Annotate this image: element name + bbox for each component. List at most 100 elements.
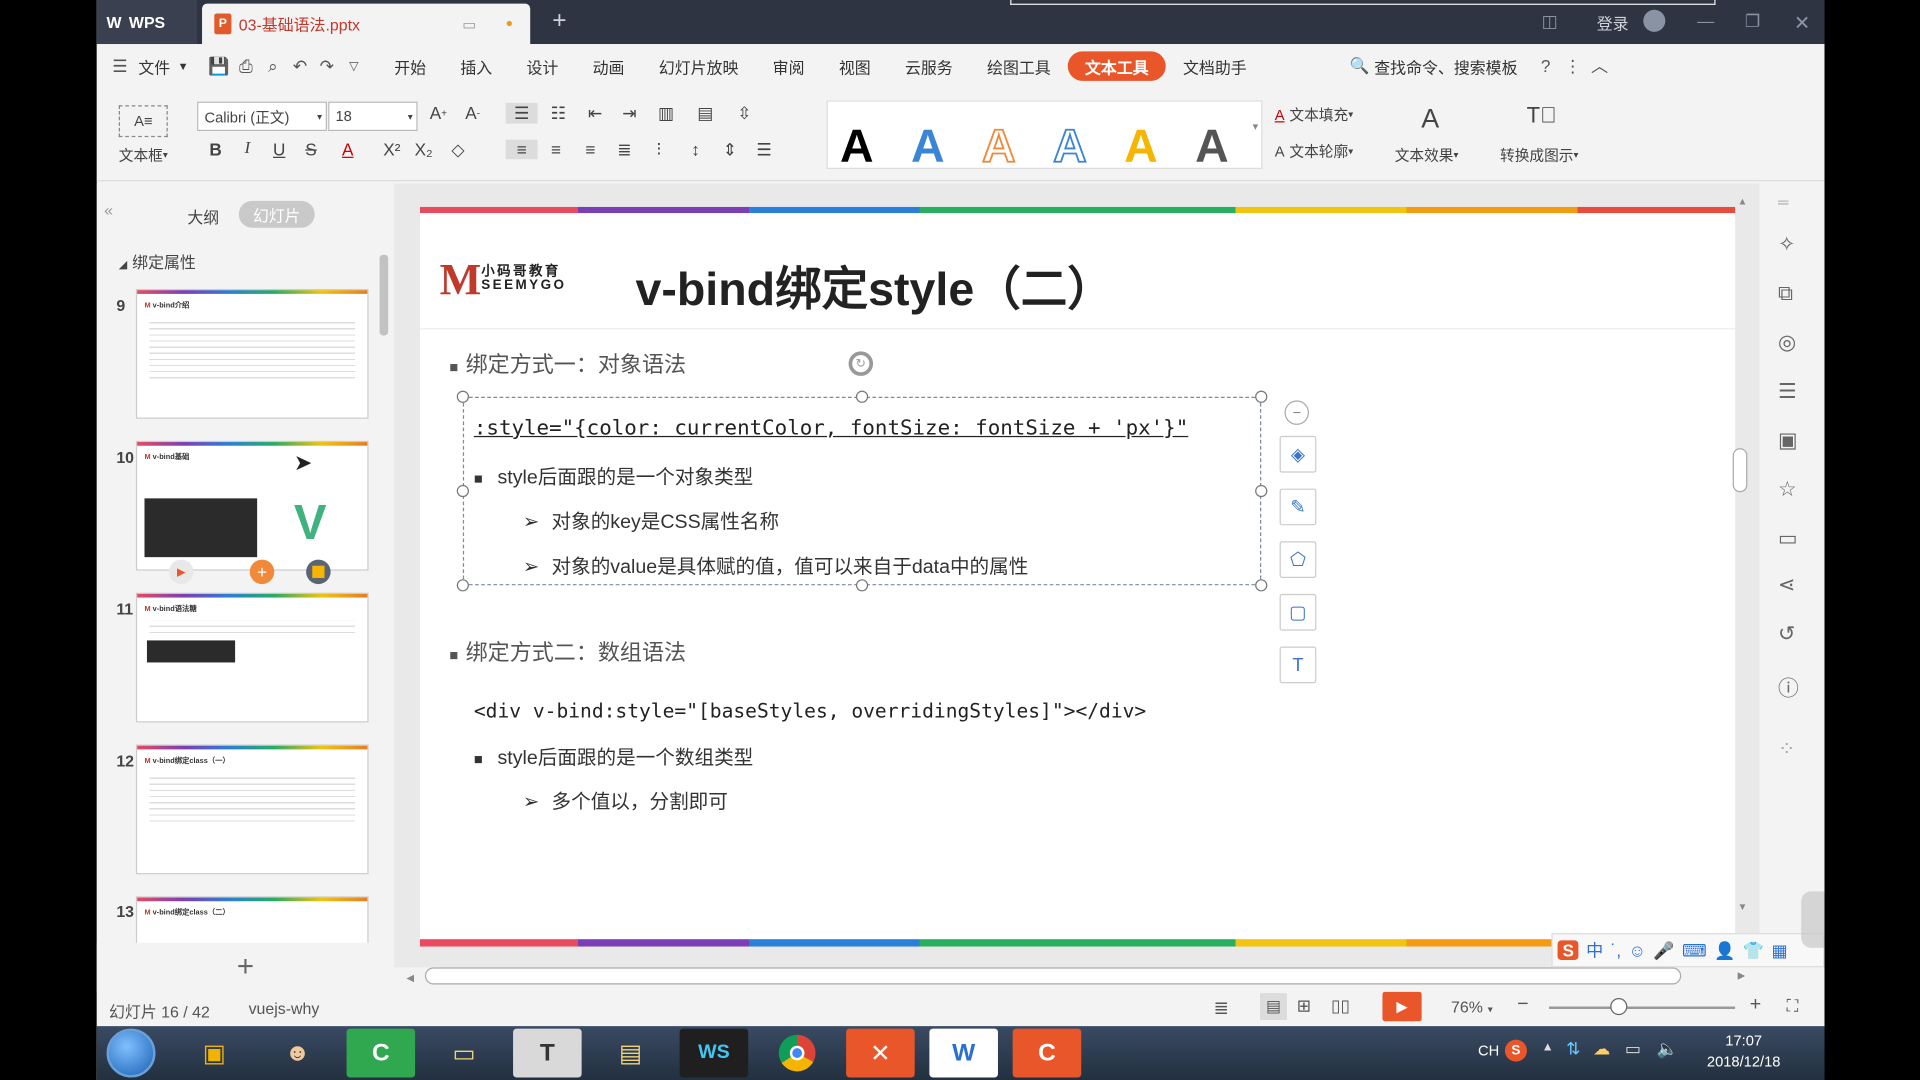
menu-animation[interactable]: 动画	[575, 51, 641, 80]
sorter-view-icon[interactable]: ⊞	[1297, 996, 1311, 1017]
undo-icon[interactable]: ↶	[286, 53, 313, 80]
increase-indent-icon[interactable]: ⇥	[613, 103, 645, 124]
text-style-orange-outline[interactable]: A	[981, 120, 1016, 174]
save-icon[interactable]: 💾	[206, 53, 233, 80]
pen-icon[interactable]: ✎	[1279, 488, 1317, 526]
bullet-list-icon[interactable]: ☰	[505, 102, 538, 124]
fit-window-icon[interactable]: ⛶	[1787, 996, 1799, 1017]
video-play-overlay-icon[interactable]: ▶	[1801, 891, 1825, 948]
taskbar-app-notes-icon[interactable]: ▤	[596, 1029, 665, 1078]
collapse-ribbon-icon[interactable]: ︿	[1586, 53, 1613, 80]
text-style-blue-outline[interactable]: A	[1052, 120, 1087, 174]
slideshow-play-button[interactable]: ▶	[1382, 991, 1422, 1022]
vertical-scroll-thumb[interactable]	[1732, 448, 1748, 493]
sub-bullet-key[interactable]: ➢ 对象的key是CSS属性名称	[523, 504, 779, 533]
text-style-gold[interactable]: A	[1124, 121, 1158, 174]
code-object-syntax[interactable]: :style="{color: currentColor, fontSize: …	[474, 416, 1188, 440]
monitor-icon[interactable]: ▭	[462, 15, 476, 32]
minimize-icon[interactable]: —	[1697, 11, 1714, 31]
convert-icon[interactable]: T	[1279, 646, 1317, 684]
keyboard-icon[interactable]: ⌨	[1682, 940, 1707, 961]
textbox-button[interactable]: 文本框 ▾	[109, 144, 178, 165]
text-style-blue[interactable]: A	[911, 121, 945, 174]
font-size-select[interactable]: 18 ▾	[328, 101, 418, 132]
text-effect-button[interactable]: 文本效果 ▾	[1395, 144, 1459, 165]
play-icon[interactable]: ▶	[168, 559, 194, 585]
convert-diagram-icon[interactable]: T⃞	[1523, 103, 1560, 129]
thumbnail-scrollbar[interactable]	[379, 254, 389, 336]
menu-text-tools[interactable]: 文本工具	[1067, 51, 1166, 81]
shapes-icon[interactable]: ◎	[1778, 331, 1796, 355]
resize-handle[interactable]	[456, 390, 469, 403]
convert-diagram-button[interactable]: 转换成图示 ▾	[1500, 144, 1578, 165]
taskbar-app-camtasia-icon[interactable]: C	[346, 1028, 416, 1078]
zoom-slider-thumb[interactable]	[1610, 997, 1628, 1016]
history-icon[interactable]: ↺	[1778, 622, 1795, 646]
justify-icon[interactable]: ≣	[609, 140, 641, 161]
menu-doc-assistant[interactable]: 文档助手	[1166, 51, 1264, 80]
bold-icon[interactable]: B	[202, 140, 229, 160]
redo-icon[interactable]: ↷	[313, 53, 340, 80]
new-tab-button[interactable]: +	[552, 7, 566, 35]
distribute-icon[interactable]: ⫶	[643, 140, 675, 161]
resize-handle[interactable]	[855, 390, 869, 403]
font-name-select[interactable]: Calibri (正文) ▾	[197, 101, 327, 132]
add-slide-icon[interactable]: +	[249, 559, 275, 585]
columns-icon[interactable]: ▥	[650, 103, 682, 124]
collapse-panel-icon[interactable]: «	[104, 201, 113, 219]
gallery-icon[interactable]: ▣	[1778, 429, 1798, 453]
subscript-icon[interactable]: X₂	[410, 140, 437, 160]
restore-icon[interactable]: ❐	[1745, 11, 1760, 32]
sub-bullet-comma[interactable]: ➢ 多个值以，分割即可	[523, 785, 728, 814]
zoom-slider-track[interactable]	[1548, 1006, 1736, 1009]
resize-handle[interactable]	[1255, 390, 1268, 403]
tab-outline[interactable]: 大纲	[187, 204, 219, 227]
hamburger-menu-icon[interactable]: ☰	[107, 53, 134, 80]
duplicate-icon[interactable]: ⧉	[1778, 282, 1793, 306]
archive-icon[interactable]: ▭	[1778, 527, 1798, 551]
apps-grid-icon[interactable]: ⁘	[1778, 737, 1795, 761]
text-style-gray[interactable]: A	[1195, 121, 1229, 174]
scroll-right-icon[interactable]: ▶	[1738, 970, 1746, 981]
help-circle-icon[interactable]: ⓘ	[1778, 671, 1799, 702]
tray-network-icon[interactable]: ⇅	[1566, 1038, 1580, 1059]
textbox-icon[interactable]: A≡	[118, 105, 168, 138]
section2-heading[interactable]: ■ 绑定方式二：数组语法	[449, 636, 686, 668]
italic-icon[interactable]: I	[234, 140, 261, 160]
shrink-font-icon[interactable]: A-	[459, 103, 486, 123]
resize-handle[interactable]	[1255, 579, 1268, 592]
more-icon[interactable]: ⋮	[1559, 53, 1586, 80]
sub-bullet-value[interactable]: ➢ 对象的value是具体赋的值，值可以来自于data中的属性	[523, 550, 1028, 579]
strikethrough-icon[interactable]: S	[298, 140, 325, 160]
taskbar-app-webstorm-icon[interactable]: WS	[679, 1028, 749, 1078]
login-button[interactable]: 登录	[1597, 11, 1629, 34]
menu-cloud[interactable]: 云服务	[888, 51, 970, 80]
superscript-icon[interactable]: X²	[378, 140, 405, 160]
menu-design[interactable]: 设计	[509, 51, 575, 80]
menu-view[interactable]: 视图	[822, 51, 888, 80]
slide-thumbnail-12[interactable]: M v-bind绑定class（一）	[135, 744, 369, 875]
gallery-more-icon[interactable]: ▾	[1253, 120, 1259, 133]
align-left-icon[interactable]: ≡	[505, 139, 538, 160]
pane-handle-icon[interactable]: ═	[1778, 193, 1788, 210]
taskbar-app-avatar-icon[interactable]: ☻	[263, 1029, 332, 1078]
avatar-icon[interactable]	[1643, 9, 1666, 32]
scroll-left-icon[interactable]: ◀	[407, 972, 415, 983]
scroll-down-icon[interactable]: ▼	[1738, 901, 1748, 912]
numbered-list-icon[interactable]: ☷	[542, 103, 574, 124]
sogou-tray-icon[interactable]: S	[1504, 1039, 1527, 1062]
menu-drawing-tools[interactable]: 绘图工具	[970, 51, 1068, 80]
zoom-in-icon[interactable]: +	[1750, 994, 1761, 1016]
skin-icon[interactable]: 👕	[1743, 940, 1764, 961]
text-fill-button[interactable]: A 文本填充 ▾	[1275, 104, 1353, 125]
star-icon[interactable]: ☆	[1778, 478, 1797, 502]
scroll-up-icon[interactable]: ▲	[1738, 196, 1748, 207]
slide-thumbnail-13[interactable]: M v-bind绑定class（二）	[135, 896, 369, 943]
unsaved-dot-icon[interactable]: ●	[506, 17, 513, 30]
tray-volume-icon[interactable]: 🔈	[1657, 1038, 1678, 1059]
menu-insert[interactable]: 插入	[443, 51, 509, 80]
pin-icon[interactable]: ✧	[1778, 233, 1795, 257]
slide-thumbnail-11[interactable]: M v-bind语法糖	[135, 592, 369, 723]
text-outline-button[interactable]: A 文本轮廓 ▾	[1275, 141, 1353, 162]
taskbar-app-folder-icon[interactable]: ▭	[430, 1029, 499, 1078]
